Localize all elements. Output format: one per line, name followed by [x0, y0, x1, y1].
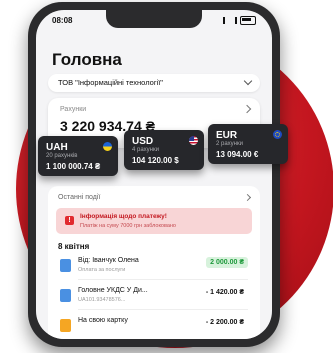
status-time: 08:08 [52, 16, 73, 25]
transaction-sub: Оплата за послуги [78, 267, 126, 273]
currency-code: EUR [216, 130, 238, 141]
eu-flag-icon [273, 130, 282, 139]
battery-icon [240, 16, 256, 25]
transaction-name: Головне УКДС У Ди... [78, 287, 148, 294]
currency-balance: 13 094.00 € [216, 150, 259, 159]
company-name: ТОВ "Інформаційні технології" [58, 78, 163, 87]
currency-card-eur[interactable]: EUR 2 рахунки 13 094.00 € [208, 124, 288, 164]
alert-text: Платіж на суму 7000 грн заблоковано [80, 223, 176, 229]
company-selector[interactable]: ТОВ "Інформаційні технології" [48, 74, 260, 92]
currency-accounts-count: 20 рахунків [46, 153, 78, 159]
divider [78, 309, 248, 310]
status-icons [223, 16, 256, 25]
date-header: 8 квітня [58, 242, 90, 251]
transaction-amount: - 1 420.00 ₴ [205, 289, 244, 296]
currency-accounts-count: 2 рахунки [216, 141, 243, 147]
transaction-row[interactable]: Головне УКДС У Ди... UA101.93478576... -… [56, 282, 252, 310]
currency-balance: 1 100 000.74 ₴ [46, 162, 101, 171]
currency-accounts-count: 4 рахунки [132, 147, 159, 153]
currency-card-uah[interactable]: UAH 20 рахунків 1 100 000.74 ₴ [38, 136, 118, 176]
ua-flag-icon [103, 142, 112, 151]
document-icon [60, 259, 71, 272]
card-icon [60, 319, 71, 332]
transaction-row[interactable]: На свою картку - 2 200.00 ₴ [56, 312, 252, 339]
warning-icon: ! [65, 216, 74, 225]
us-flag-icon [189, 136, 198, 145]
chevron-right-icon[interactable] [243, 193, 252, 202]
currency-card-usd[interactable]: USD 4 рахунки 104 120.00 $ [124, 130, 204, 170]
alert-banner[interactable]: ! Інформація щодо платежу! Платіж на сум… [56, 208, 252, 234]
status-bar: 08:08 [52, 16, 256, 28]
transaction-sub: UA101.93478576... [78, 297, 126, 303]
transaction-name: На свою картку [78, 317, 128, 324]
accounts-label: Рахунки [60, 106, 87, 113]
signal-icon [223, 17, 237, 24]
transaction-amount: - 2 200.00 ₴ [205, 319, 244, 326]
transaction-row[interactable]: Від: Іванчук Олена Оплата за послуги 2 0… [56, 252, 252, 280]
page-title: Головна [52, 50, 122, 69]
transaction-name: Від: Іванчук Олена [78, 257, 139, 264]
alert-title: Інформація щодо платежу! [80, 213, 167, 220]
transaction-amount: 2 000.00 ₴ [206, 257, 248, 268]
events-panel: Останні події ! Інформація щодо платежу!… [48, 186, 260, 339]
currency-balance: 104 120.00 $ [132, 156, 179, 165]
chevron-down-icon [243, 76, 253, 86]
divider [78, 279, 248, 280]
document-icon [60, 289, 71, 302]
chevron-right-icon [242, 104, 252, 114]
currency-code: UAH [46, 142, 68, 153]
events-header[interactable]: Останні події [58, 194, 100, 201]
currency-code: USD [132, 136, 154, 147]
